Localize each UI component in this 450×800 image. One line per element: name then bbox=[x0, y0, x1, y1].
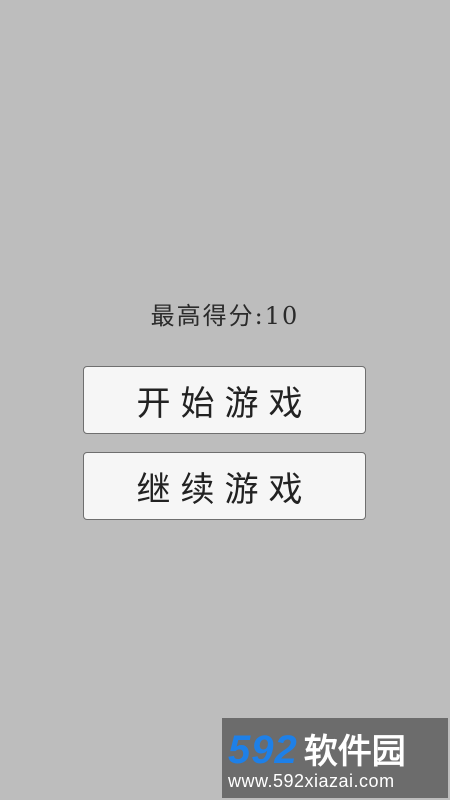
watermark-url: www.592xiazai.com bbox=[228, 771, 395, 791]
high-score-value: 10 bbox=[264, 302, 300, 330]
continue-game-label: 继续游戏 bbox=[136, 469, 313, 510]
high-score: 最高得分:10 bbox=[0, 296, 450, 331]
watermark-number: 592 bbox=[228, 728, 298, 772]
continue-game-button[interactable]: 继续游戏 bbox=[83, 452, 366, 520]
high-score-label: 最高得分: bbox=[150, 302, 265, 330]
start-game-button[interactable]: 开始游戏 bbox=[83, 366, 366, 434]
start-game-label: 开始游戏 bbox=[136, 383, 313, 424]
watermark-text: 软件园 bbox=[303, 732, 406, 772]
site-watermark: 592 软件园 www.592xiazai.com bbox=[222, 718, 448, 798]
watermark-logo: 592 软件园 bbox=[228, 724, 406, 773]
